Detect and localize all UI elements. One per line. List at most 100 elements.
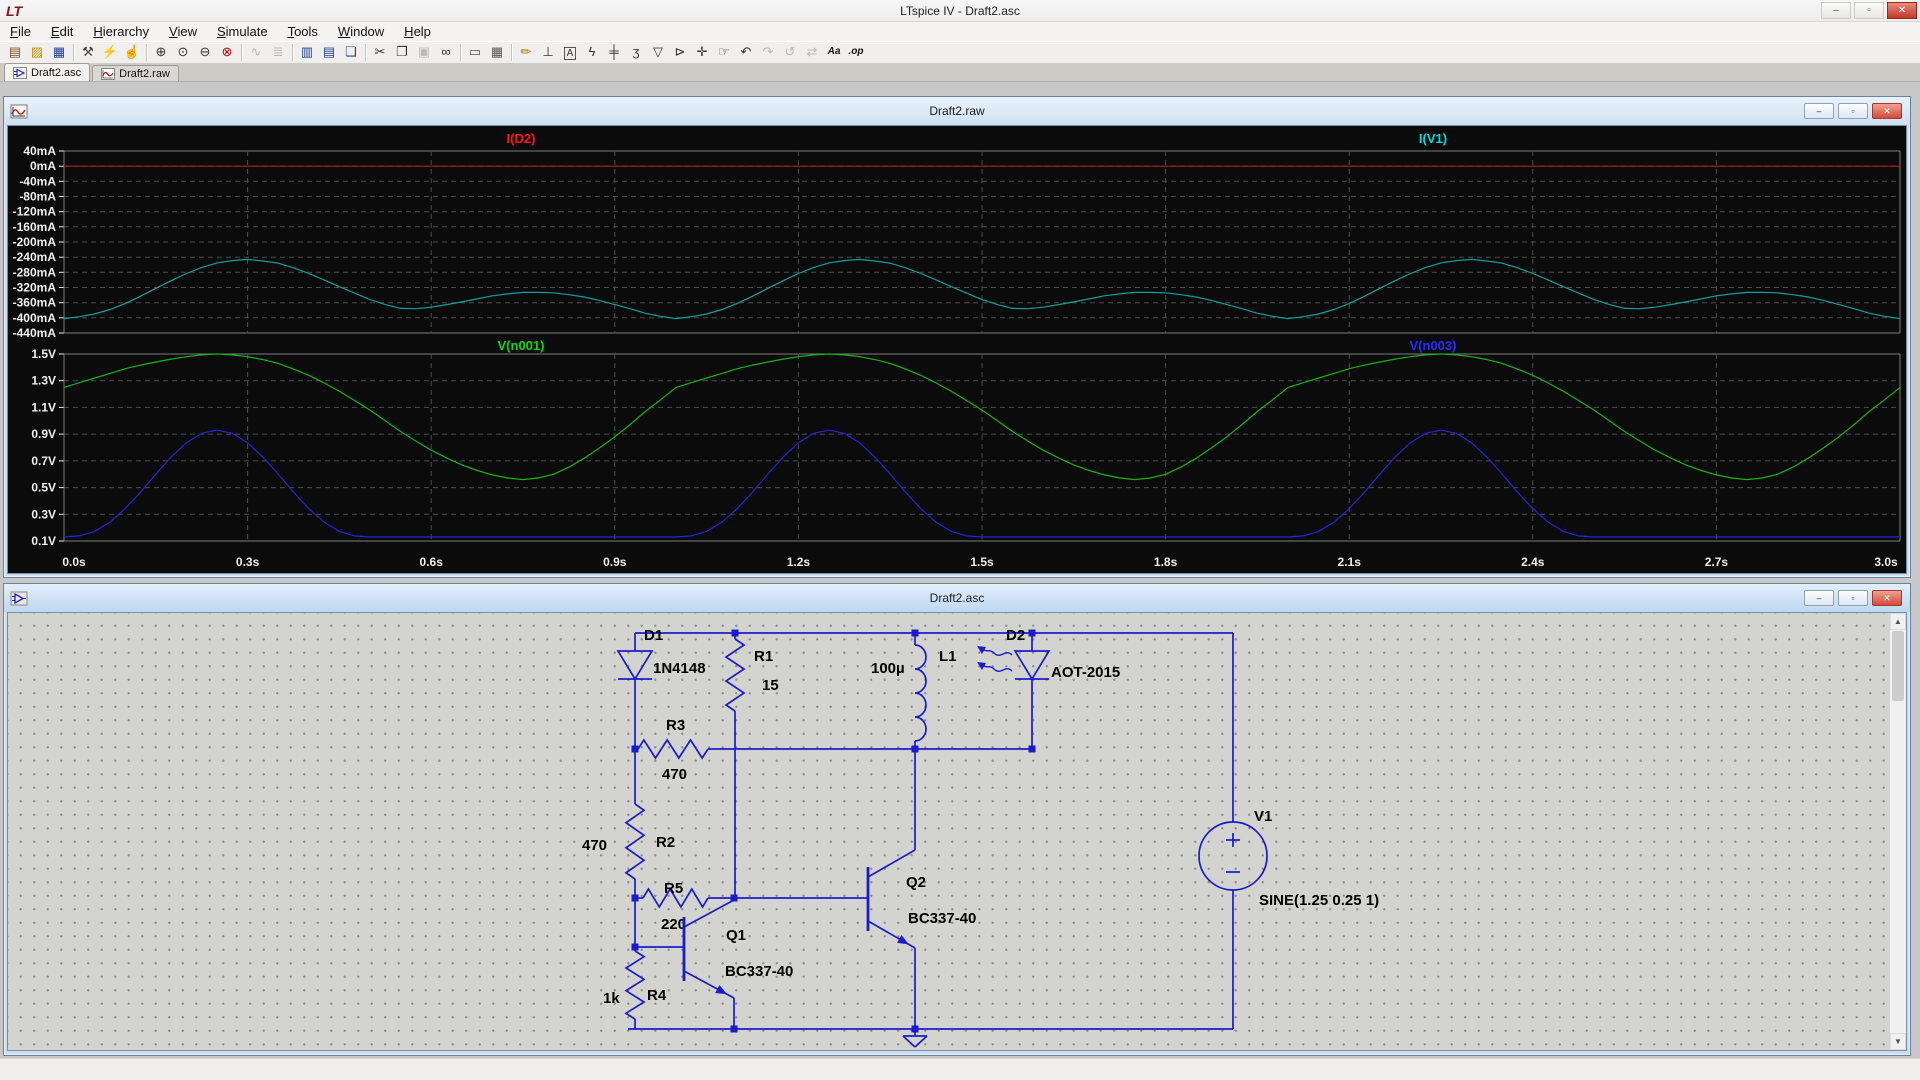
component-L1[interactable] <box>915 645 926 741</box>
toolbar-halt-icon[interactable]: ☝ <box>121 43 143 62</box>
component-D1[interactable] <box>618 651 652 679</box>
toolbar-net-label-icon[interactable]: A <box>559 43 581 62</box>
toolbar-print-icon[interactable]: ▦ <box>486 43 508 62</box>
schematic-canvas[interactable]: R1 15 R3 470 R2 470 R5 220 R4 1k D1 1N4148 D2 AOT-201… <box>8 613 1891 1050</box>
schematic-window-titlebar[interactable]: Draft2.asc – ▫ ✕ <box>4 584 1910 612</box>
toolbar-text-icon[interactable]: Aa <box>823 43 845 62</box>
tab-draft2-asc[interactable]: Draft2.asc <box>4 63 90 81</box>
component-Q1[interactable] <box>684 900 734 998</box>
value-R4[interactable]: 1k <box>603 990 620 1007</box>
toolbar-capacitor-icon[interactable]: ╪ <box>603 43 625 62</box>
toolbar-save-icon[interactable]: ▦ <box>48 43 70 62</box>
label-R4[interactable]: R4 <box>647 987 667 1004</box>
value-L1[interactable]: 100µ <box>871 660 905 677</box>
value-R2[interactable]: 470 <box>582 837 607 854</box>
toolbar-spice-directive-icon[interactable]: .op <box>845 43 867 62</box>
toolbar-cascade-icon[interactable]: ❏ <box>340 43 362 62</box>
label-L1[interactable]: L1 <box>939 648 957 665</box>
value-D2[interactable]: AOT-2015 <box>1051 664 1120 681</box>
toolbar-ground-icon[interactable]: ⊥ <box>537 43 559 62</box>
schematic-close-button[interactable]: ✕ <box>1872 590 1902 606</box>
component-R1[interactable] <box>726 639 744 711</box>
toolbar-run-icon[interactable]: ⚡ <box>99 43 121 62</box>
toolbar-zoom-out-icon[interactable]: ⊖ <box>194 43 216 62</box>
label-R2[interactable]: R2 <box>656 834 675 851</box>
toolbar-wire-icon[interactable]: ✏ <box>515 43 537 62</box>
toolbar-drag-icon[interactable]: ☞ <box>713 43 735 62</box>
toolbar-control-panel-icon[interactable]: ⚒ <box>77 43 99 62</box>
value-R5[interactable]: 220 <box>661 916 686 933</box>
component-R2[interactable] <box>626 804 644 879</box>
app-close-button[interactable]: ✕ <box>1887 2 1917 19</box>
menu-help[interactable]: Help <box>394 23 441 40</box>
menu-file[interactable]: File <box>0 23 41 40</box>
toolbar-tile-horizontal-icon[interactable]: ▤ <box>318 43 340 62</box>
app-minimize-button[interactable]: – <box>1821 2 1851 19</box>
waveform-minimize-button[interactable]: – <box>1804 103 1834 119</box>
toolbar-cut-icon[interactable]: ✂ <box>369 43 391 62</box>
toolbar-zoom-area-icon[interactable]: ⊙ <box>172 43 194 62</box>
label-R1[interactable]: R1 <box>754 648 773 665</box>
waveform-plot-area[interactable]: 40mA0mA-40mA-80mA-120mA-160mA-200mA-240m… <box>7 125 1907 574</box>
toolbar-zoom-extents-icon[interactable]: ⊗ <box>216 43 238 62</box>
label-D1[interactable]: D1 <box>644 627 663 644</box>
value-Q2[interactable]: BC337-40 <box>908 910 976 927</box>
waveform-restore-button[interactable]: ▫ <box>1838 103 1868 119</box>
menu-hierarchy[interactable]: Hierarchy <box>83 23 159 40</box>
component-Q2[interactable] <box>868 850 915 948</box>
menu-window[interactable]: Window <box>328 23 394 40</box>
toolbar-new-schematic-icon[interactable]: ▤ <box>4 43 26 62</box>
menu-simulate[interactable]: Simulate <box>207 23 278 40</box>
value-V1[interactable]: SINE(1.25 0.25 1) <box>1259 892 1379 909</box>
ground-symbol[interactable] <box>903 1029 927 1047</box>
toolbar-rotate-icon[interactable]: ↺ <box>779 43 801 62</box>
toolbar-view-netlist-icon[interactable]: ≣ <box>267 43 289 62</box>
toolbar-tile-vertical-icon[interactable]: ▥ <box>296 43 318 62</box>
schematic-vertical-scrollbar[interactable]: ▲ ▼ <box>1889 613 1906 1050</box>
scroll-down-icon[interactable]: ▼ <box>1890 1033 1906 1050</box>
label-R3[interactable]: R3 <box>666 717 685 734</box>
schematic-minimize-button[interactable]: – <box>1804 590 1834 606</box>
toolbar-redo-icon[interactable]: ↷ <box>757 43 779 62</box>
value-R3[interactable]: 470 <box>662 766 687 783</box>
trace-label-iv1[interactable]: I(V1) <box>1419 131 1447 146</box>
toolbar-undo-icon[interactable]: ↶ <box>735 43 757 62</box>
trace-label-vn001[interactable]: V(n001) <box>498 338 545 353</box>
toolbar-inductor-icon[interactable]: ʒ <box>625 43 647 62</box>
schematic-canvas-area[interactable]: R1 15 R3 470 R2 470 R5 220 R4 1k D1 1N4148 D2 AOT-201… <box>7 612 1907 1051</box>
toolbar-component-icon[interactable]: ⊳ <box>669 43 691 62</box>
toolbar-resistor-icon[interactable]: ϟ <box>581 43 603 62</box>
trace-label-vn003[interactable]: V(n003) <box>1410 338 1457 353</box>
component-R4[interactable] <box>626 951 644 1019</box>
menu-tools[interactable]: Tools <box>278 23 328 40</box>
app-maximize-button[interactable]: ▫ <box>1854 2 1884 19</box>
tab-draft2-raw[interactable]: Draft2.raw <box>92 65 179 81</box>
value-R1[interactable]: 15 <box>762 677 779 694</box>
toolbar-find-icon[interactable]: ∞ <box>435 43 457 62</box>
toolbar-zoom-in-icon[interactable]: ⊕ <box>150 43 172 62</box>
trace-label-id2[interactable]: I(D2) <box>507 131 536 146</box>
toolbar-move-icon[interactable]: ✛ <box>691 43 713 62</box>
label-R5[interactable]: R5 <box>664 880 683 897</box>
component-D2[interactable] <box>977 646 1049 679</box>
toolbar-copy-icon[interactable]: ❐ <box>391 43 413 62</box>
toolbar-open-icon[interactable]: ▨ <box>26 43 48 62</box>
toolbar-diode-icon[interactable]: ▽ <box>647 43 669 62</box>
label-Q1[interactable]: Q1 <box>726 927 746 944</box>
scroll-up-icon[interactable]: ▲ <box>1890 613 1906 630</box>
component-V1[interactable] <box>1199 822 1267 890</box>
toolbar-print-preview-icon[interactable]: ▭ <box>464 43 486 62</box>
waveform-window-titlebar[interactable]: Draft2.raw – ▫ ✕ <box>4 97 1910 125</box>
toolbar-plot-settings-icon[interactable]: ∿ <box>245 43 267 62</box>
value-Q1[interactable]: BC337-40 <box>725 963 793 980</box>
menu-edit[interactable]: Edit <box>41 23 83 40</box>
schematic-restore-button[interactable]: ▫ <box>1838 590 1868 606</box>
value-D1[interactable]: 1N4148 <box>653 660 706 677</box>
scroll-thumb[interactable] <box>1892 631 1904 701</box>
component-R3[interactable] <box>638 740 708 758</box>
menu-view[interactable]: View <box>159 23 207 40</box>
toolbar-paste-icon[interactable]: ▣ <box>413 43 435 62</box>
toolbar-mirror-icon[interactable]: ⇄ <box>801 43 823 62</box>
waveform-close-button[interactable]: ✕ <box>1872 103 1902 119</box>
label-D2[interactable]: D2 <box>1006 627 1025 644</box>
